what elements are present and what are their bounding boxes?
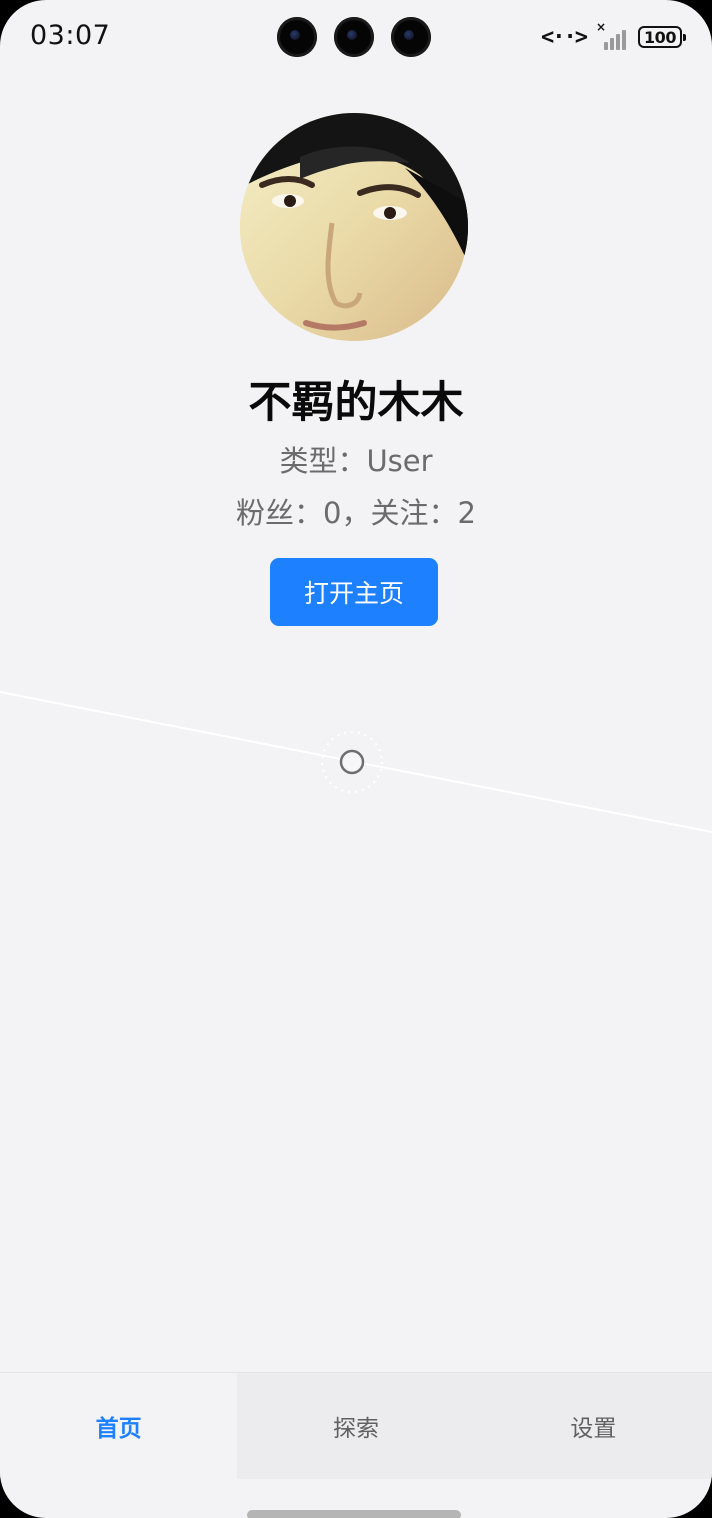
home-indicator[interactable] [247, 1510, 461, 1518]
bottom-tab-bar: 首页 探索 设置 [0, 1372, 712, 1479]
loading-spinner-icon [321, 731, 383, 793]
app-screen: 03:07 <··> × 100 不羁的木木 类型：User 粉丝：0，关注：2… [0, 0, 712, 1518]
tab-explore[interactable]: 探索 [237, 1373, 475, 1479]
tab-home[interactable]: 首页 [0, 1373, 238, 1479]
tab-settings[interactable]: 设置 [474, 1373, 712, 1479]
